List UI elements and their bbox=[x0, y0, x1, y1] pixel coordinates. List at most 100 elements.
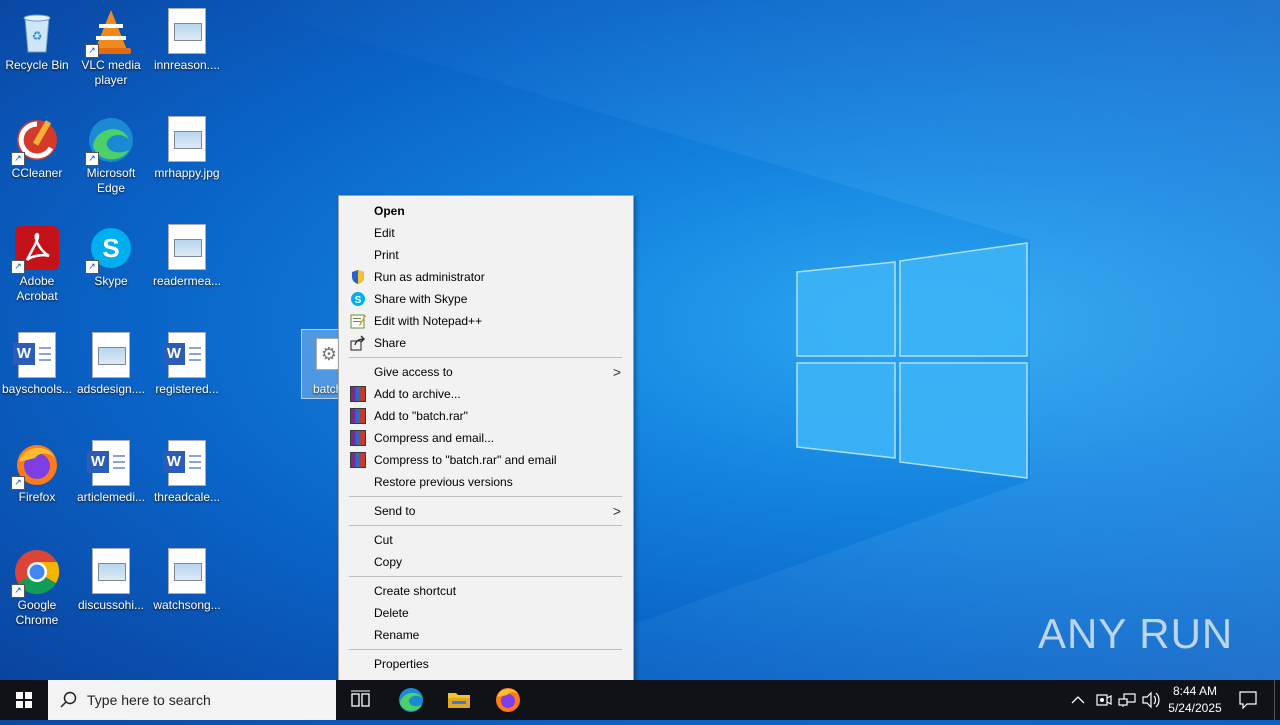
shortcut-arrow-icon: ↗ bbox=[11, 152, 25, 166]
desktop-icon-batch-selected[interactable]: ⚙ batch bbox=[301, 329, 343, 399]
vlc-icon: ↗ bbox=[85, 8, 135, 58]
desktop-icon-mrhappy[interactable]: mrhappy.jpg bbox=[150, 110, 224, 181]
image-file-icon bbox=[163, 224, 211, 272]
menu-separator bbox=[349, 496, 622, 497]
desktop-icon-registered[interactable]: W registered... bbox=[150, 326, 224, 397]
menu-item-label: Cut bbox=[374, 533, 393, 547]
menu-item-rename[interactable]: Rename bbox=[341, 624, 631, 646]
show-hidden-icons-button[interactable] bbox=[1068, 680, 1088, 720]
menu-item-edit-with-notepadpp[interactable]: Edit with Notepad++ bbox=[341, 310, 631, 332]
menu-item-open[interactable]: Open bbox=[341, 200, 631, 222]
windows-start-icon bbox=[16, 692, 32, 708]
menu-item-edit[interactable]: Edit bbox=[341, 222, 631, 244]
menu-item-label: Open bbox=[374, 204, 405, 218]
shortcut-arrow-icon: ↗ bbox=[85, 260, 99, 274]
taskbar-edge-button[interactable] bbox=[390, 680, 432, 720]
recycle-bin-icon: ♻ bbox=[13, 8, 61, 56]
desktop-icon-articlemedi[interactable]: W articlemedi... bbox=[74, 434, 148, 505]
image-file-icon bbox=[87, 332, 135, 380]
winrar-icon bbox=[350, 408, 366, 424]
icon-label: VLC media player bbox=[81, 58, 141, 87]
desktop-icon-adobe-acrobat[interactable]: ↗ Adobe Acrobat bbox=[0, 218, 74, 304]
menu-item-label: Restore previous versions bbox=[374, 475, 513, 489]
desktop-icon-google-chrome[interactable]: ↗ Google Chrome bbox=[0, 542, 74, 628]
desktop[interactable]: ♻ Recycle Bin ↗ CCleaner ↗ Adobe Acrobat… bbox=[0, 0, 1280, 680]
menu-item-cut[interactable]: Cut bbox=[341, 529, 631, 551]
menu-item-label: Send to bbox=[374, 504, 416, 518]
show-desktop-button[interactable] bbox=[1274, 680, 1280, 720]
menu-item-properties[interactable]: Properties bbox=[341, 653, 631, 675]
taskbar-search-box[interactable]: Type here to search bbox=[48, 680, 336, 720]
desktop-icon-microsoft-edge[interactable]: ↗ Microsoft Edge bbox=[74, 110, 148, 196]
icon-label: Firefox bbox=[18, 490, 56, 504]
desktop-icon-adsdesign[interactable]: adsdesign.... bbox=[74, 326, 148, 397]
camera-icon bbox=[1096, 694, 1112, 706]
menu-item-compress-and-email[interactable]: Compress and email... bbox=[341, 427, 631, 449]
menu-item-label: Properties bbox=[374, 657, 429, 671]
menu-item-give-access-to[interactable]: Give access to > bbox=[341, 361, 631, 383]
taskbar-firefox-button[interactable] bbox=[486, 680, 530, 720]
notification-icon bbox=[1239, 691, 1257, 710]
firefox-icon bbox=[496, 688, 520, 712]
desktop-icon-ccleaner[interactable]: ↗ CCleaner bbox=[0, 110, 74, 181]
svg-text:♻: ♻ bbox=[32, 29, 43, 43]
menu-item-restore-previous-versions[interactable]: Restore previous versions bbox=[341, 471, 631, 493]
chevron-right-icon: > bbox=[612, 503, 621, 519]
menu-item-compress-to-batch-rar-and-email[interactable]: Compress to "batch.rar" and email bbox=[341, 449, 631, 471]
menu-item-add-to-batch-rar[interactable]: Add to "batch.rar" bbox=[341, 405, 631, 427]
icon-label: Adobe Acrobat bbox=[16, 274, 58, 303]
taskbar-file-explorer-button[interactable] bbox=[438, 680, 480, 720]
image-file-icon bbox=[163, 8, 211, 56]
desktop-icon-innreason[interactable]: innreason.... bbox=[150, 2, 224, 73]
icon-label: adsdesign.... bbox=[76, 382, 146, 396]
menu-item-send-to[interactable]: Send to > bbox=[341, 500, 631, 522]
menu-item-copy[interactable]: Copy bbox=[341, 551, 631, 573]
menu-item-label: Delete bbox=[374, 606, 409, 620]
task-view-button[interactable] bbox=[340, 680, 380, 720]
action-center-button[interactable] bbox=[1232, 680, 1264, 720]
menu-item-label: Share with Skype bbox=[374, 292, 468, 306]
tray-network-button[interactable] bbox=[1116, 680, 1138, 720]
svg-text:S: S bbox=[355, 295, 362, 306]
menu-item-print[interactable]: Print bbox=[341, 244, 631, 266]
winrar-icon bbox=[350, 430, 366, 446]
menu-item-label: Print bbox=[374, 248, 399, 262]
menu-item-add-to-archive[interactable]: Add to archive... bbox=[341, 383, 631, 405]
notepadpp-icon bbox=[350, 313, 366, 329]
shortcut-arrow-icon: ↗ bbox=[85, 44, 99, 58]
menu-separator bbox=[349, 357, 622, 358]
desktop-icon-recycle-bin[interactable]: ♻ Recycle Bin bbox=[0, 2, 74, 73]
taskbar-clock[interactable]: 8:44 AM 5/24/2025 bbox=[1158, 683, 1232, 717]
image-file-icon bbox=[163, 548, 211, 596]
winrar-icon bbox=[350, 452, 366, 468]
word-document-icon: W bbox=[163, 332, 211, 380]
shortcut-arrow-icon: ↗ bbox=[11, 476, 25, 490]
tray-meet-now-button[interactable] bbox=[1092, 680, 1114, 720]
desktop-icon-watchsong[interactable]: watchsong... bbox=[150, 542, 224, 613]
desktop-icon-bayschools[interactable]: W bayschools... bbox=[0, 326, 74, 397]
image-file-icon bbox=[87, 548, 135, 596]
desktop-icon-readermea[interactable]: readermea... bbox=[150, 218, 224, 289]
task-view-icon bbox=[351, 690, 370, 707]
chevron-up-icon bbox=[1071, 696, 1085, 704]
menu-item-run-as-administrator[interactable]: Run as administrator bbox=[341, 266, 631, 288]
start-button[interactable] bbox=[0, 680, 48, 720]
menu-item-label: Give access to bbox=[374, 365, 453, 379]
menu-item-delete[interactable]: Delete bbox=[341, 602, 631, 624]
svg-text:S: S bbox=[102, 233, 119, 263]
desktop-icon-discussohi[interactable]: discussohi... bbox=[74, 542, 148, 613]
menu-item-share[interactable]: Share bbox=[341, 332, 631, 354]
desktop-icon-skype[interactable]: S ↗ Skype bbox=[74, 218, 148, 289]
adobe-acrobat-icon: ↗ bbox=[11, 224, 61, 274]
shortcut-arrow-icon: ↗ bbox=[11, 584, 25, 598]
search-placeholder: Type here to search bbox=[87, 692, 211, 708]
clock-date: 5/24/2025 bbox=[1168, 701, 1222, 715]
share-icon bbox=[350, 335, 366, 351]
desktop-icon-firefox[interactable]: ↗ Firefox bbox=[0, 434, 74, 505]
desktop-icon-threadcale[interactable]: W threadcale... bbox=[150, 434, 224, 505]
menu-item-label: Rename bbox=[374, 628, 420, 642]
menu-item-create-shortcut[interactable]: Create shortcut bbox=[341, 580, 631, 602]
desktop-icon-vlc[interactable]: ↗ VLC media player bbox=[74, 2, 148, 88]
menu-item-share-with-skype[interactable]: S Share with Skype bbox=[341, 288, 631, 310]
firefox-icon: ↗ bbox=[11, 440, 61, 490]
